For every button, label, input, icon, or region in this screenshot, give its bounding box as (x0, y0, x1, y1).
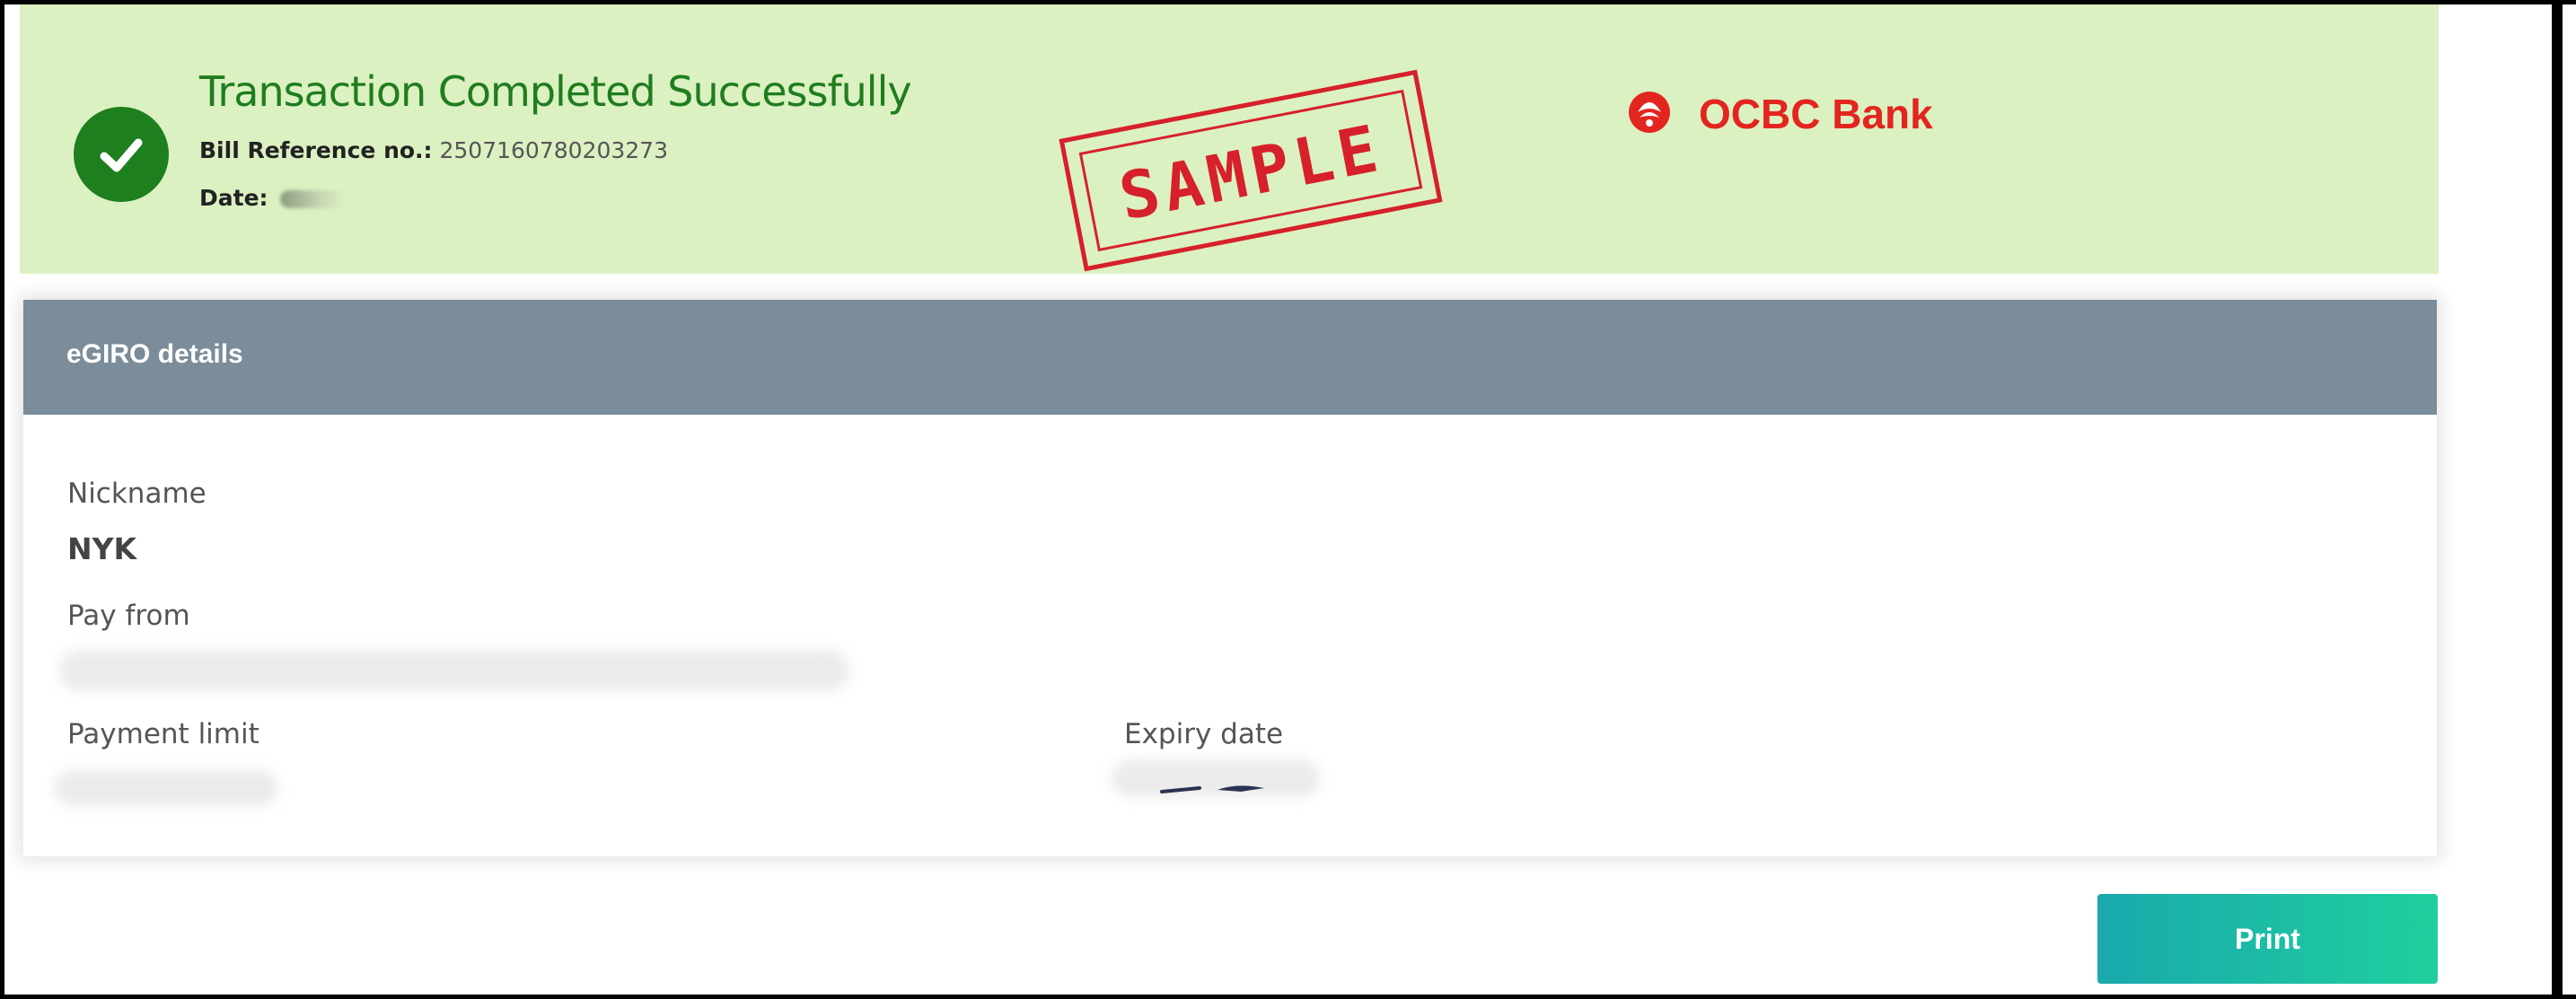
pay-from-label: Pay from (67, 600, 190, 632)
card-header: eGIRO details (23, 300, 2437, 415)
expiry-date-label: Expiry date (1124, 718, 1284, 750)
sample-stamp: SAMPLE (1059, 69, 1443, 272)
frame-right-border (2552, 0, 2563, 999)
date-value-redacted (280, 190, 346, 208)
print-button[interactable]: Print (2097, 894, 2438, 984)
payment-limit-value-redacted (54, 770, 278, 806)
ocbc-brand-name: OCBC Bank (1699, 91, 1933, 137)
nickname-value: NYK (67, 531, 137, 566)
pay-from-value-redacted (59, 650, 849, 691)
payment-limit-label: Payment limit (67, 718, 259, 750)
bill-reference-label: Bill Reference no.: (199, 137, 433, 163)
bill-reference: Bill Reference no.: 2507160780203273 (199, 137, 668, 163)
transaction-date: Date: (199, 185, 346, 211)
expiry-date-scribble (1160, 785, 1264, 793)
date-label: Date: (199, 185, 268, 211)
success-title: Transaction Completed Successfully (199, 67, 912, 116)
bill-reference-value: 2507160780203273 (439, 137, 669, 163)
check-circle-icon (74, 107, 169, 202)
egiro-details-card: eGIRO details Nickname NYK Pay from Paym… (23, 300, 2437, 856)
nickname-label: Nickname (67, 478, 207, 510)
ocbc-logo-icon (1629, 92, 1670, 133)
success-banner: Transaction Completed Successfully Bill … (20, 4, 2439, 274)
card-header-title: eGIRO details (66, 339, 243, 369)
